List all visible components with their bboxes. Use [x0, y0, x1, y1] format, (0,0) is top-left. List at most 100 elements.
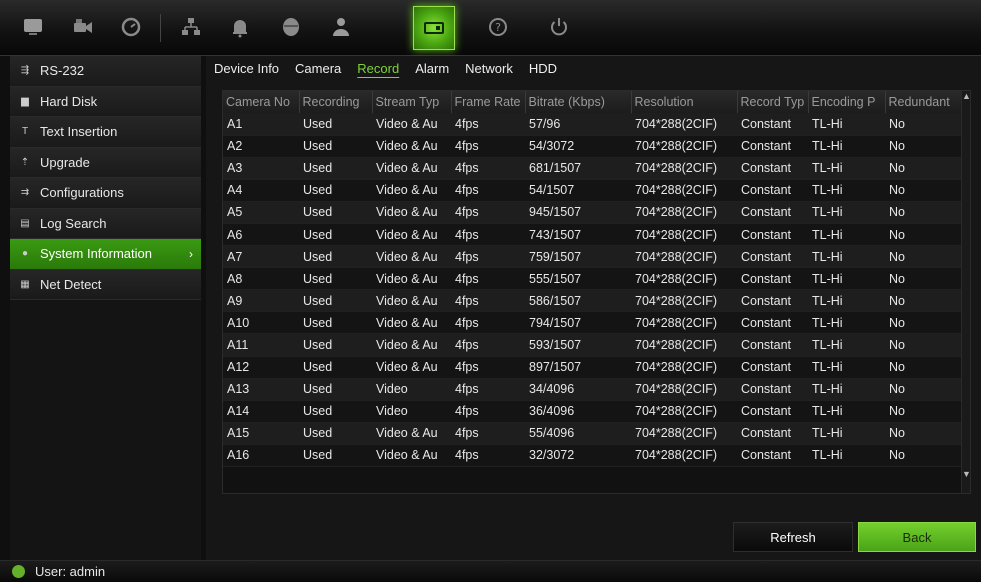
table-row[interactable]: A3 Used Video & Au 4fps 681/1507 704*288(2CIF… — [223, 157, 963, 180]
table-cell: Video & Au — [372, 135, 451, 158]
table-row[interactable]: A10 Used Video & Au 4fps 794/1507 704*288(2CI… — [223, 311, 963, 335]
tab-network[interactable]: Network — [457, 57, 521, 81]
tab-record[interactable]: Record — [349, 57, 407, 81]
table-cell: Video & Au — [372, 201, 451, 224]
table-cell: No — [885, 422, 963, 445]
table-row[interactable]: A14 Used Video 4fps 36/4096 704*288(2CIF) Cons… — [223, 400, 963, 423]
power-icon[interactable] — [538, 6, 580, 48]
sidebar-item-configurations[interactable]: ⇉ Configurations — [10, 178, 201, 209]
sidebar-item-net-detect[interactable]: ▦ Net Detect — [10, 269, 201, 300]
column-header[interactable]: Bitrate (Kbps) — [525, 91, 632, 113]
table-row[interactable]: A6 Used Video & Au 4fps 743/1507 704*288(2CIF… — [223, 223, 963, 247]
table-row[interactable]: A2 Used Video & Au 4fps 54/3072 704*288(2CIF)… — [223, 135, 963, 158]
clock-icon[interactable] — [110, 6, 152, 48]
tab-alarm[interactable]: Alarm — [407, 57, 457, 81]
table-cell: No — [885, 444, 963, 468]
column-header[interactable]: Frame Rate — [451, 91, 526, 113]
table-cell: Constant — [737, 201, 808, 224]
table-cell: 704*288(2CIF) — [631, 201, 737, 224]
table-cell: A7 — [223, 245, 299, 269]
column-header[interactable]: Stream Typ — [372, 91, 452, 113]
column-header[interactable]: Recording — [299, 91, 373, 113]
table-cell: 4fps — [451, 135, 525, 158]
table-cell: 4fps — [451, 400, 525, 423]
table-cell: 4fps — [451, 333, 525, 357]
table-cell: Video & Au — [372, 422, 451, 445]
alarm-bell-icon[interactable] — [219, 6, 261, 48]
table-row[interactable]: A15 Used Video & Au 4fps 55/4096 704*288(2CIF… — [223, 422, 963, 445]
sidebar-item-upgrade[interactable]: ⇡ Upgrade — [10, 147, 201, 178]
table-row[interactable]: A8 Used Video & Au 4fps 555/1507 704*288(2CIF… — [223, 267, 963, 291]
sidebar-item-rs232[interactable]: ⇶ RS-232 — [10, 56, 201, 87]
table-cell: 4fps — [451, 356, 525, 379]
table-row[interactable]: A12 Used Video & Au 4fps 897/1507 704*288(2CI… — [223, 356, 963, 379]
table-cell: Constant — [737, 378, 808, 401]
scroll-up-icon[interactable]: ▲ — [962, 91, 970, 101]
table-row[interactable]: A5 Used Video & Au 4fps 945/1507 704*288(2CIF… — [223, 201, 963, 224]
table-cell: A2 — [223, 135, 299, 158]
column-header[interactable]: Encoding P — [808, 91, 886, 113]
table-cell: 4fps — [451, 113, 525, 136]
table-cell: Used — [299, 223, 372, 247]
table-row[interactable]: A9 Used Video & Au 4fps 586/1507 704*288(2CIF… — [223, 289, 963, 313]
table-cell: 704*288(2CIF) — [631, 444, 737, 468]
table-cell: 36/4096 — [525, 400, 631, 423]
table-cell: No — [885, 179, 963, 202]
sidebar-item-label: Upgrade — [40, 154, 90, 170]
sidebar-item-text-insertion[interactable]: T Text Insertion — [10, 117, 201, 148]
column-header[interactable]: Resolution — [631, 91, 738, 113]
refresh-button[interactable]: Refresh — [733, 522, 853, 552]
back-button[interactable]: Back — [858, 522, 976, 552]
main-panel: Device Info Camera Record Alarm Network … — [206, 56, 981, 560]
tab-hdd[interactable]: HDD — [521, 57, 565, 81]
table-row[interactable]: A4 Used Video & Au 4fps 54/1507 704*288(2CIF)… — [223, 179, 963, 202]
sidebar-item-log-search[interactable]: ▤ Log Search — [10, 208, 201, 239]
vertical-scrollbar[interactable]: ▲ ▼ — [961, 91, 970, 493]
table-cell: Used — [299, 422, 372, 445]
table-row[interactable]: A13 Used Video 4fps 34/4096 704*288(2CIF) Cons… — [223, 378, 963, 401]
table-cell: Used — [299, 444, 372, 468]
table-cell: Video & Au — [372, 223, 451, 247]
system-info-icon[interactable] — [413, 6, 455, 50]
table-cell: 704*288(2CIF) — [631, 289, 737, 313]
table-row[interactable]: A16 Used Video & Au 4fps 32/3072 704*288(2CIF… — [223, 444, 963, 468]
table-cell: No — [885, 356, 963, 379]
text-icon: T — [21, 126, 29, 138]
camera-icon[interactable] — [62, 6, 104, 48]
table-row[interactable]: A11 Used Video & Au 4fps 593/1507 704*288(2CI… — [223, 333, 963, 357]
table-row[interactable]: A1 Used Video & Au 4fps 57/96 704*288(2CIF) Co… — [223, 113, 963, 136]
table-cell: 4fps — [451, 245, 525, 269]
device-icon[interactable] — [270, 6, 312, 48]
table-cell: A12 — [223, 356, 299, 379]
table-cell: 54/3072 — [525, 135, 631, 158]
table-cell: 681/1507 — [525, 157, 631, 180]
table-cell: TL-Hi — [808, 179, 885, 202]
network-icon[interactable] — [170, 6, 212, 48]
user-icon[interactable] — [320, 6, 362, 48]
table-cell: A4 — [223, 179, 299, 202]
table-row[interactable]: A7 Used Video & Au 4fps 759/1507 704*288(2CIF… — [223, 245, 963, 269]
column-header[interactable]: Camera No — [223, 91, 300, 113]
sidebar-item-system-information[interactable]: ● System Information › — [10, 239, 201, 270]
table-cell: TL-Hi — [808, 113, 885, 136]
monitor-icon[interactable] — [12, 6, 54, 48]
table-cell: A11 — [223, 333, 299, 357]
tab-camera[interactable]: Camera — [287, 57, 349, 81]
table-cell: Video & Au — [372, 179, 451, 202]
table-cell: A5 — [223, 201, 299, 224]
tab-device-info[interactable]: Device Info — [206, 57, 287, 81]
scroll-down-icon[interactable]: ▼ — [962, 469, 970, 479]
help-icon[interactable]: ? — [477, 6, 519, 48]
sidebar-item-label: Log Search — [40, 215, 107, 231]
column-header[interactable]: Record Typ — [737, 91, 809, 113]
table-cell: No — [885, 333, 963, 357]
sidebar-item-hard-disk[interactable]: ▆ Hard Disk — [10, 86, 201, 117]
table-cell: 704*288(2CIF) — [631, 422, 737, 445]
tab-bar: Device Info Camera Record Alarm Network … — [206, 56, 981, 82]
table-cell: 794/1507 — [525, 311, 631, 335]
table-cell: Constant — [737, 422, 808, 445]
table-cell: TL-Hi — [808, 311, 885, 335]
table-cell: No — [885, 378, 963, 401]
table-cell: A10 — [223, 311, 299, 335]
column-header[interactable]: Redundant — [885, 91, 964, 113]
